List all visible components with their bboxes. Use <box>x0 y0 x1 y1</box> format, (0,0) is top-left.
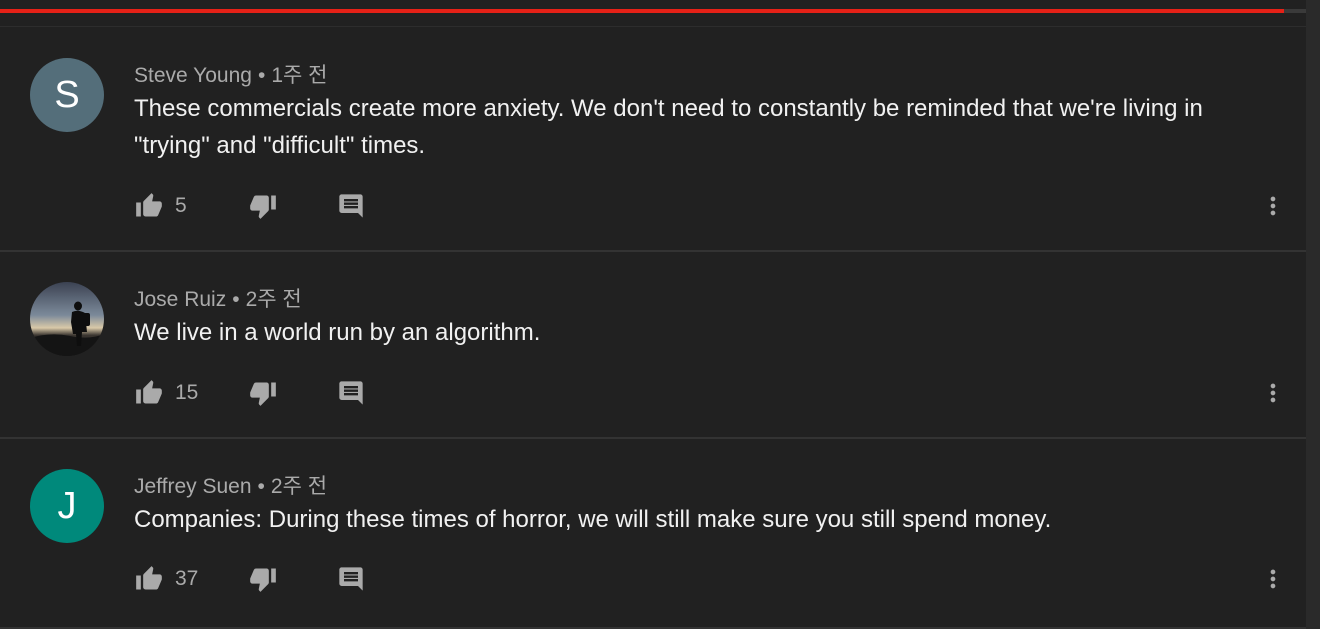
comment-text: Companies: During these times of horror,… <box>134 506 1052 533</box>
more-options-button[interactable] <box>1258 564 1288 594</box>
dislike-button[interactable] <box>248 191 278 221</box>
thumb-down-icon <box>250 195 276 219</box>
like-count: 15 <box>175 381 199 404</box>
comments-page: S Steve Young • 1주 전 These commercials cre… <box>0 0 1320 629</box>
dislike-button[interactable] <box>248 564 278 594</box>
thumb-up-icon <box>136 380 162 404</box>
comment-meta: Steve Young • 1주 전 <box>134 59 327 89</box>
comment-item: J Jeffrey Suen • 2주 전 Companies: During th… <box>0 439 1306 629</box>
video-progress-fill <box>0 9 1284 13</box>
comment-item: Jose Ruiz • 2주 전 We live in a world run by… <box>0 252 1306 439</box>
like-count: 5 <box>175 194 187 217</box>
thumb-down-icon <box>250 568 276 592</box>
comment-icon <box>339 194 363 218</box>
separator-dot: • <box>257 64 266 87</box>
avatar-letter: S <box>54 73 80 116</box>
reply-button[interactable] <box>336 564 366 594</box>
thumb-up-icon <box>136 193 162 217</box>
comment-item: S Steve Young • 1주 전 These commercials cre… <box>0 27 1306 252</box>
more-vert-icon <box>1270 569 1276 589</box>
like-count: 37 <box>175 567 199 590</box>
avatar[interactable] <box>30 282 104 356</box>
comment-actions: 15 <box>134 378 366 408</box>
comment-meta: Jose Ruiz • 2주 전 <box>134 283 302 313</box>
reply-button[interactable] <box>336 191 366 221</box>
comment-actions: 5 <box>134 191 366 221</box>
comment-meta: Jeffrey Suen • 2주 전 <box>134 470 327 500</box>
author-name[interactable]: Steve Young <box>134 64 252 87</box>
thumb-up-icon <box>136 566 162 590</box>
comment-time[interactable]: 2주 전 <box>246 288 302 311</box>
dislike-button[interactable] <box>248 378 278 408</box>
more-vert-icon <box>1270 383 1276 403</box>
comment-time[interactable]: 2주 전 <box>271 475 327 498</box>
video-progress-bar[interactable] <box>0 9 1306 13</box>
silhouette-photo-icon <box>30 282 104 356</box>
thumb-down-icon <box>250 382 276 406</box>
comment-actions: 37 <box>134 564 366 594</box>
like-button[interactable] <box>134 191 164 221</box>
author-name[interactable]: Jose Ruiz <box>134 288 226 311</box>
author-name[interactable]: Jeffrey Suen <box>134 475 252 498</box>
like-button[interactable] <box>134 378 164 408</box>
avatar[interactable]: S <box>30 58 104 132</box>
more-options-button[interactable] <box>1258 378 1288 408</box>
scrollbar[interactable] <box>1306 0 1320 629</box>
reply-button[interactable] <box>336 378 366 408</box>
comment-icon <box>339 381 363 405</box>
separator-dot: • <box>257 475 265 498</box>
avatar[interactable]: J <box>30 469 104 543</box>
comment-time[interactable]: 1주 전 <box>271 64 327 87</box>
more-options-button[interactable] <box>1258 191 1288 221</box>
separator-dot: • <box>232 288 240 311</box>
more-vert-icon <box>1270 196 1276 216</box>
comment-text: These commercials create more anxiety. W… <box>134 95 1203 159</box>
avatar-letter: J <box>57 484 77 527</box>
comment-icon <box>339 567 363 591</box>
like-button[interactable] <box>134 564 164 594</box>
comment-text: We live in a world run by an algorithm. <box>134 319 541 346</box>
